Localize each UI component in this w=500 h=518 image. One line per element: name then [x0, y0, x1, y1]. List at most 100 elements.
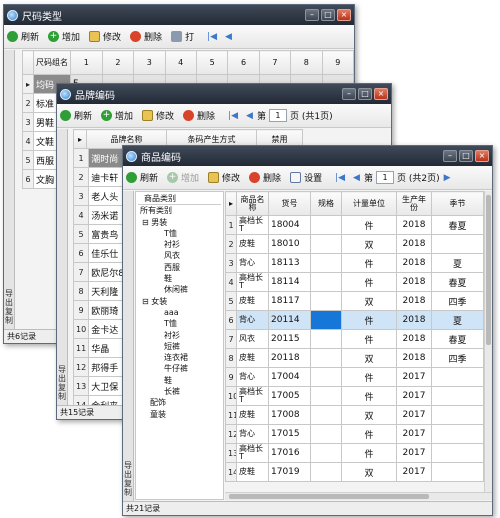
delete-button[interactable]: 删除	[130, 30, 162, 43]
unit-cell[interactable]: 件	[341, 424, 397, 444]
column-header[interactable]: 5	[195, 50, 229, 75]
minimize-icon[interactable]: –	[305, 9, 319, 21]
season-cell[interactable]	[431, 234, 484, 254]
table-row[interactable]: 4 高档长T 18114 件 2018 春夏	[225, 272, 484, 292]
table-row[interactable]: 8 天利隆	[72, 281, 127, 301]
unit-cell[interactable]: 双	[341, 348, 397, 368]
product-name-cell[interactable]: 背心	[236, 310, 269, 330]
season-cell[interactable]: 夏	[431, 253, 484, 273]
unit-cell[interactable]: 双	[341, 234, 397, 254]
spec-cell[interactable]	[310, 367, 342, 387]
first-page-icon[interactable]: |◀	[207, 32, 217, 42]
item-code-cell[interactable]: 17004	[268, 367, 311, 387]
table-row[interactable]: 7 欧尼尔8	[72, 262, 127, 282]
table-row[interactable]: 8 皮鞋 20118 双 2018 四季	[225, 348, 484, 368]
tree-leaf[interactable]: 西服	[138, 262, 221, 273]
season-cell[interactable]	[431, 443, 484, 463]
year-cell[interactable]: 2018	[396, 253, 432, 273]
brand-name-cell[interactable]: 金卡达	[88, 319, 127, 339]
year-cell[interactable]: 2018	[396, 234, 432, 254]
first-page-icon[interactable]: |◀	[228, 111, 238, 121]
column-header[interactable]: 货号	[268, 191, 311, 216]
table-row[interactable]: 3 老人头	[72, 186, 127, 206]
minimize-icon[interactable]: –	[443, 150, 457, 162]
column-header[interactable]: 生产年份	[396, 191, 432, 216]
year-cell[interactable]: 2017	[396, 443, 432, 463]
unit-cell[interactable]: 双	[341, 291, 397, 311]
product-name-cell[interactable]: 皮鞋	[236, 405, 269, 425]
next-page-icon[interactable]: ▶	[444, 173, 451, 183]
tree-root[interactable]: 所有类别	[138, 205, 221, 216]
close-icon[interactable]: ×	[475, 150, 489, 162]
item-code-cell[interactable]: 18114	[268, 272, 311, 292]
spec-cell[interactable]	[310, 405, 342, 425]
delete-button[interactable]: 删除	[249, 171, 281, 184]
spec-cell[interactable]	[310, 291, 342, 311]
edit-button[interactable]: 修改	[208, 171, 240, 184]
season-cell[interactable]: 四季	[431, 348, 484, 368]
column-header[interactable]: 7	[258, 50, 292, 75]
scrollbar-thumb[interactable]	[486, 195, 491, 345]
tree-leaf[interactable]: 鞋	[138, 375, 221, 386]
product-name-cell[interactable]: 高档长T	[236, 215, 269, 235]
season-cell[interactable]	[431, 424, 484, 444]
settings-button[interactable]: 设置	[290, 171, 322, 184]
item-code-cell[interactable]: 17019	[268, 462, 311, 482]
tree-leaf[interactable]: T恤	[138, 318, 221, 329]
product-name-cell[interactable]: 高档长T	[236, 443, 269, 463]
tree-leaf[interactable]: 风衣	[138, 250, 221, 261]
brand-name-cell[interactable]: 潮时尚	[88, 148, 127, 168]
maximize-icon[interactable]: □	[459, 150, 473, 162]
tree-leaf[interactable]: 衬衫	[138, 239, 221, 250]
unit-cell[interactable]: 件	[341, 367, 397, 387]
tree-node-women[interactable]: ⊟ 女装	[138, 296, 221, 307]
unit-cell[interactable]: 双	[341, 405, 397, 425]
product-name-cell[interactable]: 高档长T	[236, 272, 269, 292]
titlebar[interactable]: 品牌编码 – □ ×	[57, 84, 391, 104]
refresh-button[interactable]: 刷新	[7, 30, 39, 43]
column-header[interactable]: 季节	[431, 191, 484, 216]
spec-cell[interactable]	[310, 424, 342, 444]
table-row[interactable]: 14皮鞋17019 双2017	[225, 462, 484, 482]
product-name-cell[interactable]: 皮鞋	[236, 462, 269, 482]
spec-cell[interactable]	[310, 443, 342, 463]
season-cell[interactable]	[431, 367, 484, 387]
brand-name-cell[interactable]: 邦得手	[88, 357, 127, 377]
table-row[interactable]: 1 高档长T 18004 件 2018 春夏	[225, 215, 484, 235]
table-row[interactable]: 2 迪卡轩	[72, 167, 127, 187]
table-row[interactable]: 13 大卫保	[72, 376, 127, 396]
product-name-cell[interactable]: 高档长T	[236, 386, 269, 406]
scrollbar-thumb[interactable]	[229, 494, 429, 499]
tree-leaf[interactable]: 衬衫	[138, 330, 221, 341]
column-header[interactable]: 规格	[310, 191, 342, 216]
table-row[interactable]: 11皮鞋17008 双2017	[225, 405, 484, 425]
item-code-cell[interactable]: 20114	[268, 310, 311, 330]
table-row[interactable]: 4 汤米诺	[72, 205, 127, 225]
column-header[interactable]: 8	[290, 50, 323, 75]
item-code-cell[interactable]: 18117	[268, 291, 311, 311]
category-tree[interactable]: 商品类别 所有类别 ⊟ 男装 T恤 衬衫 风衣 西服 鞋 休闲裤 ⊟ 女装 aa…	[135, 191, 224, 500]
table-row[interactable]: 12背心17015 件2017	[225, 424, 484, 444]
year-cell[interactable]: 2017	[396, 424, 432, 444]
table-row[interactable]: 10高档长T17005 件2017	[225, 386, 484, 406]
unit-cell[interactable]: 件	[341, 386, 397, 406]
season-cell[interactable]: 春夏	[431, 329, 484, 349]
spec-cell[interactable]	[310, 272, 342, 292]
tree-leaf[interactable]: 长裤	[138, 386, 221, 397]
horizontal-scrollbar[interactable]	[225, 492, 492, 500]
column-header[interactable]: 商品名称	[236, 191, 269, 216]
table-row[interactable]: 6 背心 20114 件 2018 夏	[225, 310, 484, 330]
table-row[interactable]: 13高档长T17016 件2017	[225, 443, 484, 463]
column-header[interactable]: 3	[133, 50, 166, 75]
year-cell[interactable]: 2018	[396, 329, 432, 349]
minimize-icon[interactable]: –	[342, 88, 356, 100]
vertical-scrollbar[interactable]	[484, 191, 492, 493]
column-header[interactable]: 6	[227, 50, 260, 75]
titlebar[interactable]: 商品编码 – □ ×	[123, 146, 492, 166]
season-cell[interactable]: 四季	[431, 291, 484, 311]
unit-cell[interactable]: 件	[341, 443, 397, 463]
spec-cell[interactable]	[310, 348, 342, 368]
brand-name-cell[interactable]: 天利隆	[88, 281, 127, 301]
tree-leaf[interactable]: 短裤	[138, 341, 221, 352]
page-number-input[interactable]: 1	[268, 109, 287, 122]
